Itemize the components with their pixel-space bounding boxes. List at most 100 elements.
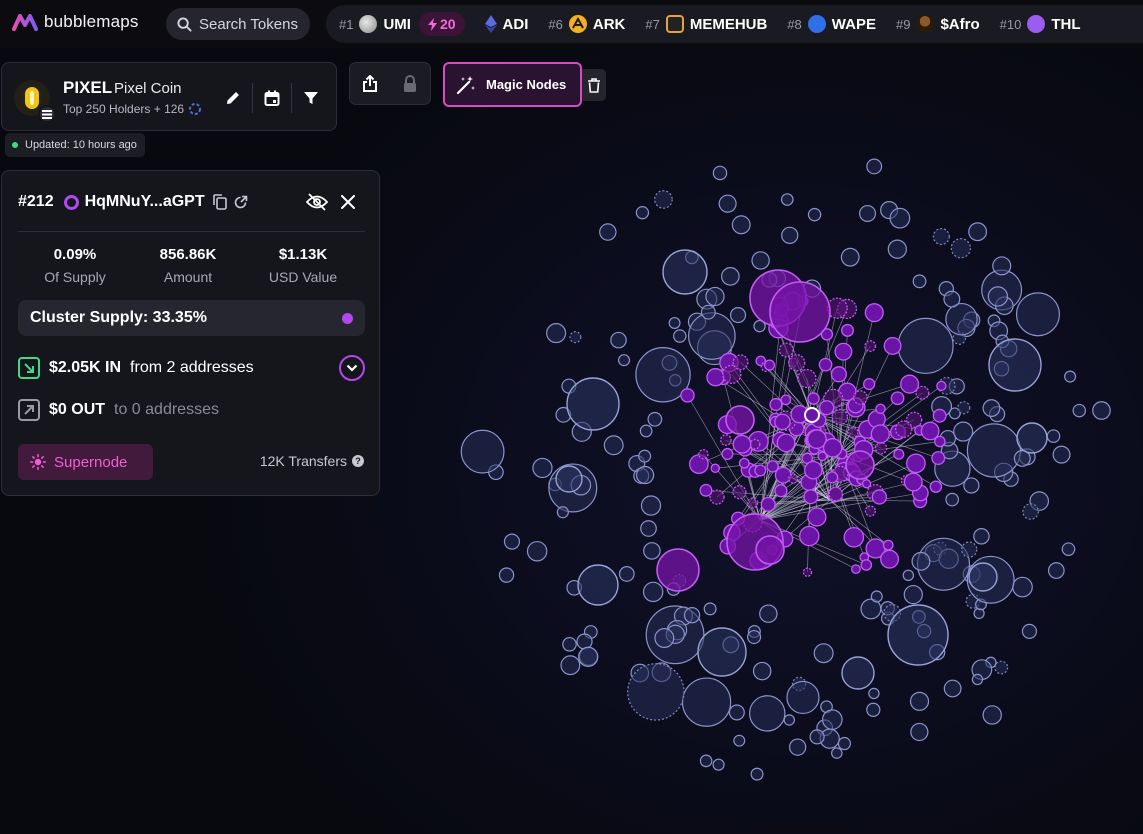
help-icon[interactable]: ? — [352, 455, 364, 467]
cluster-bubble[interactable] — [847, 426, 859, 439]
cluster-bubble[interactable] — [932, 408, 947, 423]
wallet-bubble[interactable] — [635, 465, 655, 485]
cluster-bubble[interactable] — [738, 457, 750, 469]
cluster-bubble[interactable] — [851, 564, 861, 575]
wallet-bubble[interactable] — [950, 238, 972, 259]
wallet-bubble[interactable] — [643, 542, 661, 560]
wallet-bubble[interactable] — [968, 562, 998, 592]
date-filter-button[interactable] — [259, 85, 285, 111]
wallet-bubble[interactable] — [712, 165, 728, 181]
cluster-bubble[interactable] — [769, 281, 831, 343]
cluster-bubble[interactable] — [774, 413, 791, 431]
cluster-bubble[interactable] — [763, 359, 776, 371]
cluster-bubble[interactable] — [831, 408, 849, 426]
wallet-bubble[interactable] — [566, 377, 620, 431]
wallet-bubble[interactable] — [1012, 576, 1033, 598]
wallet-bubble[interactable] — [578, 646, 599, 667]
wallet-bubble[interactable] — [1047, 562, 1065, 579]
magic-nodes-button[interactable]: Magic Nodes — [443, 62, 582, 107]
wallet-bubble[interactable] — [932, 227, 950, 246]
cluster-bubble[interactable] — [843, 526, 865, 548]
ticker-item-wape[interactable]: #8 WAPE — [787, 15, 876, 33]
cluster-bubble[interactable] — [766, 460, 779, 473]
boost-badge[interactable]: 20 — [418, 12, 465, 36]
wallet-bubble[interactable] — [903, 584, 923, 605]
edit-button[interactable] — [220, 85, 246, 111]
cluster-bubble[interactable] — [893, 448, 905, 460]
wallet-bubble[interactable] — [640, 520, 657, 537]
wallet-bubble[interactable] — [729, 307, 747, 324]
wallet-bubble[interactable] — [1021, 623, 1038, 640]
wallet-bubble[interactable] — [681, 677, 732, 727]
cluster-bubble[interactable] — [874, 441, 888, 455]
cluster-bubble[interactable] — [861, 479, 872, 489]
cluster-bubble[interactable] — [778, 342, 794, 358]
cluster-bubble[interactable] — [890, 391, 905, 406]
copy-icon[interactable] — [212, 194, 227, 210]
external-link-icon[interactable] — [233, 195, 248, 210]
wallet-bubble[interactable] — [569, 331, 582, 344]
wallet-bubble[interactable] — [837, 736, 852, 751]
cluster-bubble[interactable] — [776, 433, 796, 453]
wallet-bubble[interactable] — [460, 429, 505, 474]
wallet-bubble[interactable] — [987, 286, 1009, 307]
cluster-bubble[interactable] — [732, 354, 749, 371]
ticker-item-umi[interactable]: #1 UMI 20 — [339, 12, 465, 36]
wallet-bubble[interactable] — [866, 702, 881, 717]
wallet-bubble[interactable] — [718, 194, 737, 213]
wallet-bubble[interactable] — [1022, 503, 1039, 520]
wallet-bubble[interactable] — [627, 663, 685, 721]
wallet-bubble[interactable] — [603, 435, 624, 456]
wallet-bubble[interactable] — [945, 492, 960, 507]
wallet-bubble[interactable] — [982, 705, 1002, 725]
wallet-bubble[interactable] — [841, 656, 875, 690]
cluster-bubble[interactable] — [799, 525, 820, 547]
filter-button[interactable] — [298, 85, 324, 111]
wallet-bubble[interactable] — [654, 190, 673, 209]
wallet-bubble[interactable] — [912, 274, 927, 289]
wallet-bubble[interactable] — [1016, 422, 1048, 454]
wallet-bubble[interactable] — [733, 734, 746, 747]
cluster-bubble[interactable] — [864, 303, 884, 323]
cluster-bubble[interactable] — [754, 464, 767, 477]
cluster-bubble[interactable] — [656, 548, 700, 592]
close-icon[interactable] — [341, 195, 355, 209]
cluster-bubble[interactable] — [894, 420, 913, 438]
wallet-bubble[interactable] — [988, 338, 1042, 392]
wallet-bubble[interactable] — [610, 331, 627, 349]
wallet-bubble[interactable] — [887, 239, 907, 259]
wallet-bubble[interactable] — [788, 738, 807, 756]
cluster-bubble[interactable] — [830, 366, 848, 383]
cluster-bubble[interactable] — [864, 505, 876, 517]
supernode-button[interactable]: Supernode — [18, 444, 153, 480]
clear-magic-nodes-button[interactable] — [582, 69, 606, 101]
wallet-bubble[interactable] — [642, 581, 664, 603]
wallet-bubble[interactable] — [953, 421, 974, 442]
wallet-bubble[interactable] — [503, 533, 521, 550]
cluster-bubble[interactable] — [882, 539, 894, 551]
wallet-bubble[interactable] — [731, 215, 751, 235]
wallet-bubble[interactable] — [640, 495, 662, 516]
hide-eye-icon[interactable] — [306, 193, 328, 211]
wallet-bubble[interactable] — [1046, 429, 1061, 443]
wallet-bubble[interactable] — [943, 290, 961, 308]
cluster-bubble[interactable] — [709, 489, 725, 505]
share-button[interactable] — [350, 62, 390, 105]
wallet-bubble[interactable] — [897, 317, 954, 374]
wallet-bubble[interactable] — [973, 528, 990, 545]
wallet-bubble[interactable] — [577, 564, 619, 606]
ticker-item-afro[interactable]: #9 $Afro — [896, 15, 980, 33]
wallet-bubble[interactable] — [813, 643, 834, 664]
wallet-bubble[interactable] — [712, 758, 725, 771]
wallet-bubble[interactable] — [1061, 542, 1076, 556]
cluster-bubble[interactable] — [802, 567, 813, 577]
cluster-bubble[interactable] — [826, 471, 839, 484]
wallet-address[interactable]: HqMNuY...aGPT — [85, 193, 205, 211]
wallet-bubble[interactable] — [668, 316, 681, 329]
cluster-bubble[interactable] — [906, 453, 926, 474]
wallet-bubble[interactable] — [866, 158, 883, 175]
cluster-bubble[interactable] — [747, 497, 759, 509]
cluster-bubble[interactable] — [720, 434, 732, 446]
wallet-bubble[interactable] — [638, 449, 652, 463]
wallet-bubble[interactable] — [562, 636, 577, 652]
